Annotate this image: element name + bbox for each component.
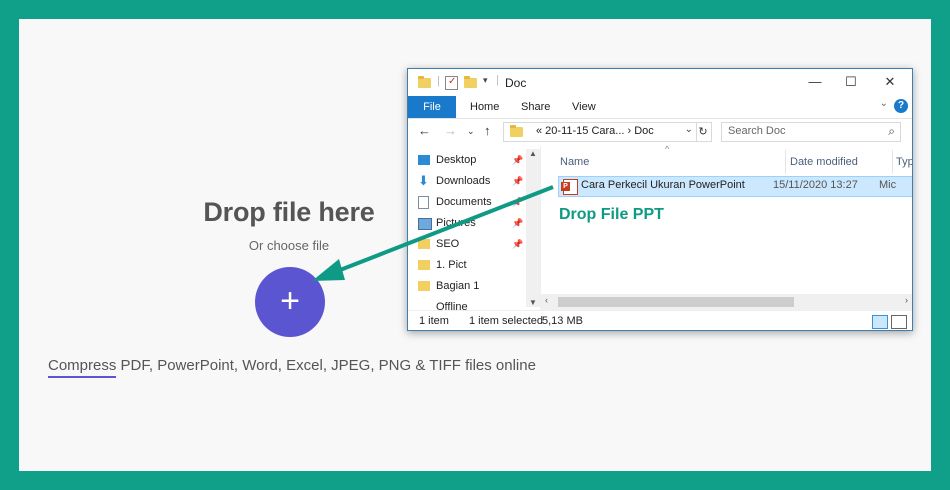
nav-item-pict[interactable]: 1. Pict (418, 255, 467, 275)
nav-item-documents[interactable]: Documents 📌 (418, 192, 523, 212)
desktop-icon (418, 155, 430, 165)
file-type: Mic (879, 179, 897, 191)
nav-item-bagian-1[interactable]: Bagian 1 (418, 276, 480, 296)
scroll-down-icon[interactable]: ▼ (529, 298, 537, 307)
status-bar: 1 item 1 item selected 5,13 MB (408, 310, 912, 330)
up-arrow-icon[interactable]: ↑ (484, 123, 491, 138)
tagline-text: PDF, PowerPoint, Word, Excel, JPEG, PNG … (116, 357, 536, 374)
tab-view[interactable]: View (572, 96, 596, 118)
ribbon-tabs: File Home Share View ⌄ ? (408, 96, 912, 119)
address-field[interactable]: « 20-11-15 Cara... › Doc ⌄ (503, 122, 697, 142)
chevron-down-icon[interactable]: ⌄ (880, 98, 888, 109)
status-selected: 1 item selected (469, 315, 543, 327)
drop-title: Drop file here (203, 197, 375, 227)
title-bar[interactable]: | ✓ ▾ | Doc — ☐ ✕ (408, 69, 912, 96)
scroll-up-icon[interactable]: ▲ (529, 149, 537, 158)
address-bar: ← → ⌄ ↑ « 20-11-15 Cara... › Doc ⌄ ↻ Sea… (408, 118, 912, 146)
status-item-count: 1 item (419, 315, 449, 327)
nav-item-label: Desktop (436, 154, 477, 166)
search-placeholder: Search Doc (728, 125, 786, 137)
pictures-icon (418, 218, 432, 230)
pin-icon: 📌 (512, 155, 524, 165)
scroll-right-icon[interactable]: › (905, 295, 908, 305)
pin-icon: 📌 (512, 218, 524, 228)
separator: | (437, 75, 440, 87)
folder-icon (418, 260, 430, 270)
navigation-pane[interactable]: Desktop 📌 ⬇ Downloads 📌 Documents 📌 Pict… (408, 146, 541, 310)
nav-item-label: SEO (436, 238, 460, 250)
file-name: Cara Perkecil Ukuran PowerPoint (581, 179, 745, 191)
large-icons-view-icon[interactable] (891, 315, 907, 329)
details-view-icon[interactable] (872, 315, 888, 329)
properties-icon[interactable]: ✓ (445, 76, 458, 90)
powerpoint-file-icon (561, 179, 578, 195)
scroll-left-icon[interactable]: ‹ (545, 295, 548, 305)
separator: | (496, 74, 499, 86)
help-icon[interactable]: ? (894, 99, 908, 113)
window-title: Doc (505, 76, 527, 90)
folder-icon (510, 125, 523, 137)
new-folder-icon[interactable] (464, 76, 477, 88)
recent-locations-icon[interactable]: ⌄ (467, 126, 475, 137)
pin-icon: 📌 (512, 176, 524, 186)
folder-icon (418, 281, 430, 291)
plus-icon: + (280, 282, 300, 320)
documents-icon (418, 196, 429, 209)
drop-file-annotation: Drop File PPT (559, 206, 664, 223)
file-list-pane[interactable]: Name ^ Date modified Typ Cara Perkecil U… (541, 144, 912, 310)
vertical-scrollbar[interactable]: ▲ ▼ (526, 149, 540, 307)
folder-icon (418, 239, 430, 249)
nav-item-desktop[interactable]: Desktop 📌 (418, 150, 523, 170)
back-arrow-icon[interactable]: ← (418, 123, 431, 138)
tagline-keyword: Compress (48, 357, 117, 374)
download-icon: ⬇ (418, 173, 429, 188)
column-header-type[interactable]: Typ (896, 156, 912, 168)
nav-item-label: Offline (436, 301, 468, 310)
pin-icon: 📌 (512, 239, 524, 249)
add-file-button[interactable]: + (255, 267, 325, 337)
file-explorer-window[interactable]: | ✓ ▾ | Doc — ☐ ✕ File Home Share View ⌄… (407, 68, 913, 331)
nav-item-label: Downloads (436, 175, 491, 187)
chevron-down-icon[interactable]: ⌄ (685, 124, 693, 135)
tab-file[interactable]: File (408, 96, 456, 118)
nav-item-pictures[interactable]: Pictures 📌 (418, 213, 523, 233)
tagline: Compress PDF, PowerPoint, Word, Excel, J… (48, 357, 536, 374)
close-button[interactable]: ✕ (877, 72, 903, 92)
nav-item-label: Pictures (436, 217, 476, 229)
nav-item-downloads[interactable]: ⬇ Downloads 📌 (418, 171, 523, 191)
scrollbar-thumb[interactable] (558, 297, 794, 307)
tab-share[interactable]: Share (521, 96, 550, 118)
nav-item-label: Documents (436, 196, 492, 208)
column-header-name[interactable]: Name (560, 156, 589, 168)
forward-arrow-icon[interactable]: → (444, 123, 457, 138)
tab-home[interactable]: Home (470, 96, 499, 118)
search-icon: ⌕ (888, 124, 895, 138)
file-date: 15/11/2020 13:27 (773, 179, 858, 191)
search-input[interactable]: Search Doc ⌕ (721, 122, 901, 142)
pin-icon: 📌 (512, 197, 524, 207)
column-header-date-modified[interactable]: Date modified (790, 156, 858, 168)
sort-ascending-icon: ^ (665, 144, 670, 154)
minimize-button[interactable]: — (802, 72, 828, 92)
column-divider[interactable] (892, 150, 893, 174)
nav-item-offline[interactable]: Offline (436, 297, 468, 310)
horizontal-scrollbar[interactable]: ‹ › (541, 294, 912, 310)
nav-item-label: 1. Pict (436, 259, 467, 271)
column-divider[interactable] (785, 150, 786, 174)
nav-item-label: Bagian 1 (436, 280, 480, 292)
folder-icon (418, 76, 431, 88)
maximize-button[interactable]: ☐ (838, 72, 864, 92)
quick-access-dropdown-icon[interactable]: ▾ (483, 75, 488, 86)
file-row[interactable]: Cara Perkecil Ukuran PowerPoint 15/11/20… (558, 176, 912, 197)
nav-item-seo[interactable]: SEO 📌 (418, 234, 523, 254)
status-size: 5,13 MB (542, 315, 583, 327)
refresh-icon[interactable]: ↻ (695, 122, 712, 142)
choose-file-link[interactable]: Or choose file (199, 238, 379, 253)
address-path: « 20-11-15 Cara... › Doc (536, 125, 654, 137)
